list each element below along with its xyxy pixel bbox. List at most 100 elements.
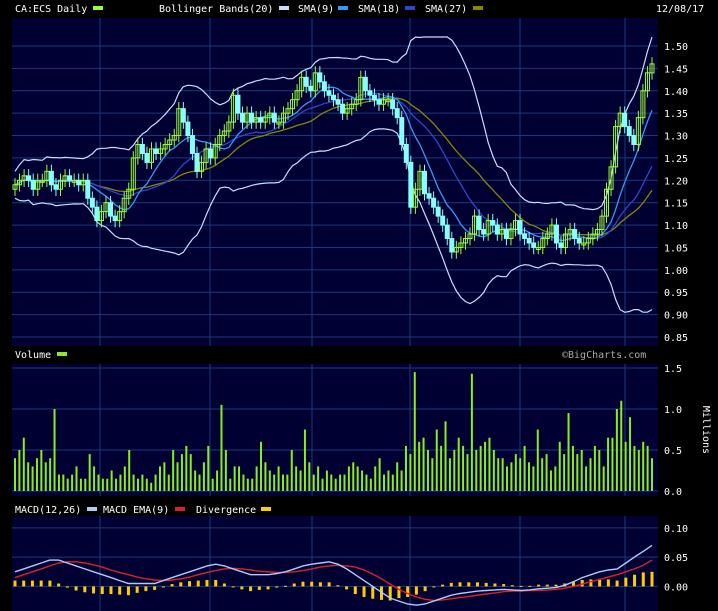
volume-bar xyxy=(361,470,364,491)
volume-bar xyxy=(536,429,539,491)
candle-body xyxy=(449,238,455,253)
divergence-bar xyxy=(100,586,104,595)
volume-bar xyxy=(484,441,487,491)
volume-bar xyxy=(286,474,289,491)
divergence-bar xyxy=(554,584,558,587)
candle-body xyxy=(258,117,264,123)
volume-bar xyxy=(418,441,421,491)
price-tick-label: 1.35 xyxy=(664,109,688,120)
volume-bar xyxy=(281,474,284,491)
sma27-swatch xyxy=(473,6,483,10)
candle-body xyxy=(503,229,509,240)
candle-body xyxy=(517,220,523,235)
candle-body xyxy=(271,112,277,123)
volume-bar xyxy=(651,458,653,491)
candle-body xyxy=(362,76,368,92)
volume-bar xyxy=(110,470,113,491)
volume-bar xyxy=(435,429,438,491)
volume-bar xyxy=(260,441,263,491)
bollinger-swatch xyxy=(279,6,289,10)
volume-bar xyxy=(457,437,460,491)
volume-bar xyxy=(303,429,306,491)
divergence-bar xyxy=(188,581,192,587)
candle-body xyxy=(494,224,500,235)
candle-body xyxy=(185,121,191,137)
candle-body xyxy=(631,135,637,145)
candle-body xyxy=(53,184,59,190)
macd-tick-label: 0.05 xyxy=(664,553,688,564)
price-tick-label: 0.90 xyxy=(664,311,688,322)
volume-panel xyxy=(12,364,658,496)
volume-bar xyxy=(132,474,135,491)
price-tick-label: 1.50 xyxy=(664,42,688,53)
volume-bar xyxy=(238,466,241,491)
volume-bar xyxy=(290,450,293,491)
price-tick-label: 1.20 xyxy=(664,176,688,187)
volume-bar xyxy=(514,454,517,491)
divergence-label: Divergence xyxy=(196,505,256,516)
volume-bar xyxy=(53,409,56,491)
volume-bar xyxy=(506,466,509,491)
candle-body xyxy=(180,108,186,123)
divergence-bar xyxy=(196,580,200,587)
candle-body xyxy=(431,197,437,208)
divergence-bar xyxy=(519,585,523,587)
volume-bar xyxy=(383,474,386,491)
bollinger-label: Bollinger Bands(20) xyxy=(159,4,273,15)
divergence-bar xyxy=(406,586,410,597)
volume-bar xyxy=(150,482,153,491)
divergence-bar xyxy=(606,579,610,587)
volume-bar xyxy=(71,474,74,491)
volume-bar xyxy=(497,458,500,491)
sma18-label: SMA(18) xyxy=(358,4,400,15)
volume-bar xyxy=(598,450,601,491)
divergence-bar xyxy=(371,586,375,599)
candle-body xyxy=(622,112,628,128)
divergence-bar xyxy=(502,584,506,587)
volume-bar xyxy=(479,445,482,491)
volume-bar xyxy=(466,454,469,491)
volume-bar xyxy=(453,450,456,491)
divergence-bar xyxy=(493,583,497,587)
divergence-bar xyxy=(537,584,541,587)
volume-bar xyxy=(567,413,570,491)
divergence-bar xyxy=(257,586,261,590)
macd-ema-swatch xyxy=(175,507,185,511)
candle-body xyxy=(189,135,195,154)
volume-bar xyxy=(123,466,126,491)
volume-bar xyxy=(137,478,140,491)
divergence-bar xyxy=(284,585,288,587)
candle-body xyxy=(403,143,409,163)
candle-body xyxy=(626,126,632,137)
volume-bar xyxy=(44,462,47,491)
divergence-bar xyxy=(30,580,34,587)
volume-bar xyxy=(154,474,157,491)
candle-body xyxy=(144,152,150,163)
candle-body xyxy=(331,94,336,101)
candle-body xyxy=(108,202,114,217)
volume-bar xyxy=(391,474,394,491)
candle-body xyxy=(422,170,427,195)
volume-tick-label: 0.5 xyxy=(664,446,682,457)
sma9-label: SMA(9) xyxy=(298,4,334,15)
volume-bar xyxy=(194,470,197,491)
divergence-bar xyxy=(310,581,314,587)
volume-bar xyxy=(501,458,504,491)
candle-body xyxy=(335,99,341,105)
sma18-swatch xyxy=(405,6,415,10)
volume-bar xyxy=(49,458,52,491)
candle-body xyxy=(394,108,400,119)
volume-bar xyxy=(18,450,21,491)
volume-bar xyxy=(637,450,640,491)
volume-bar xyxy=(97,474,100,491)
candle-body xyxy=(371,94,377,101)
volume-bar xyxy=(589,458,592,491)
divergence-bar xyxy=(458,582,462,587)
volume-bar xyxy=(312,474,315,491)
volume-bar xyxy=(158,466,161,491)
divergence-bar xyxy=(22,580,26,587)
candle-body xyxy=(490,220,496,226)
divergence-bar xyxy=(109,586,113,595)
stock-chart: 0.85 0.90 0.95 1.00 1.05 1.10 1.15 1.20 1.25 1.30… xyxy=(0,0,718,611)
volume-bar xyxy=(549,470,552,491)
